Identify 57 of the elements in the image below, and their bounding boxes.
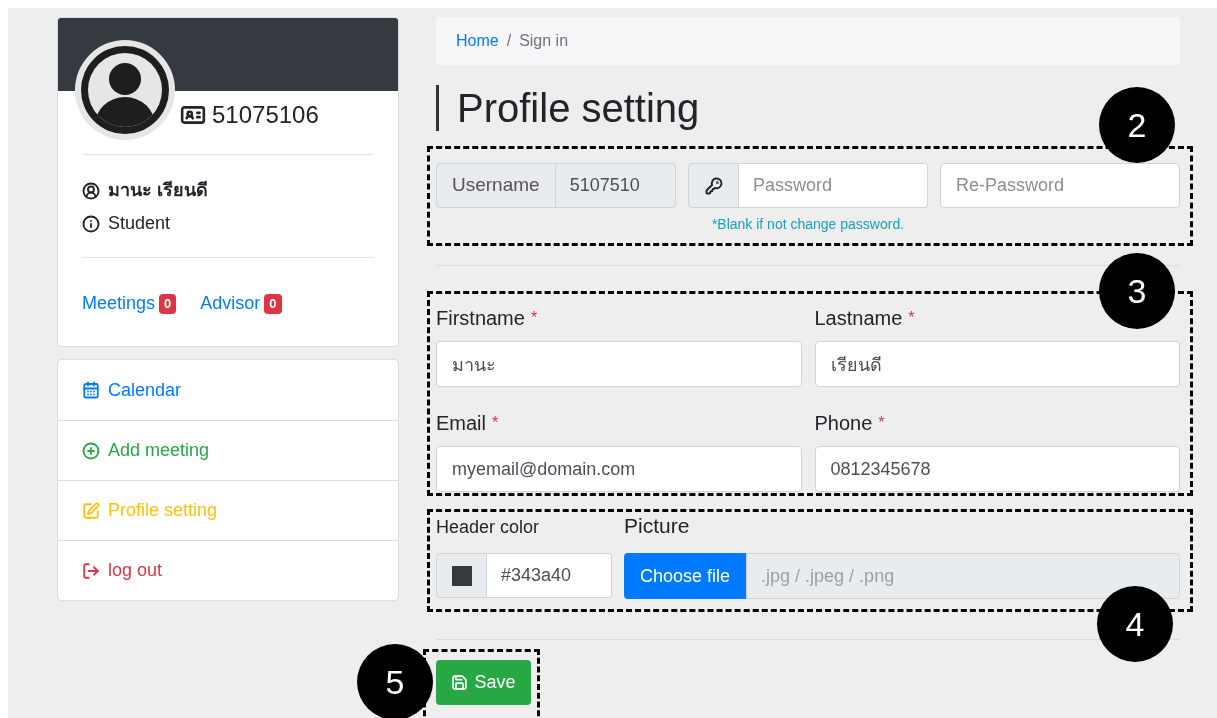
field-label: Lastname — [814, 306, 903, 331]
choose-file-button[interactable]: Choose file — [624, 553, 747, 599]
user-role: Student — [108, 212, 171, 235]
avatar-icon — [74, 39, 176, 141]
save-button[interactable]: Save — [436, 660, 531, 705]
save-icon — [451, 674, 469, 691]
password-field[interactable]: Password — [739, 163, 928, 208]
menu-item[interactable]: Calendar — [58, 360, 398, 420]
menu-label: Calendar — [108, 378, 182, 402]
plus-circle-icon — [82, 441, 100, 460]
file-field[interactable]: .jpg / .jpeg / .png — [746, 553, 1180, 599]
username-label: Username — [436, 163, 556, 208]
re-password-field[interactable]: Re-Password — [940, 163, 1180, 208]
required-mark: * — [492, 413, 499, 433]
student-id: 51075106 — [212, 100, 319, 130]
input-field[interactable]: เรียนดี — [814, 341, 1180, 387]
required-mark: * — [908, 308, 915, 328]
callout-number: 3 — [1099, 253, 1175, 329]
picture-label: Picture — [624, 517, 691, 539]
calendar-icon — [82, 381, 100, 399]
field-label: Phone — [814, 411, 873, 436]
profile-link[interactable]: Meetings 0 — [82, 290, 177, 317]
field-label: Firstname — [436, 306, 525, 331]
breadcrumb-link[interactable]: Home — [456, 29, 499, 53]
user-icon — [82, 181, 100, 200]
callout-number: 5 — [357, 644, 433, 718]
key-icon — [704, 176, 723, 195]
callout-number: 4 — [1097, 586, 1173, 662]
breadcrumb-link[interactable]: Sign in — [519, 29, 569, 53]
link-label: Advisor — [200, 292, 261, 315]
callout-number: 2 — [1099, 87, 1175, 163]
username-field[interactable]: 5107510 — [555, 163, 676, 208]
profile-link[interactable]: Advisor 0 — [200, 290, 282, 317]
color-swatch — [451, 565, 472, 586]
color-field[interactable]: #343a40 — [487, 553, 612, 598]
input-field[interactable]: 0812345678 — [814, 446, 1180, 492]
password-hint: *Blank if not change password. — [711, 215, 905, 234]
header-color-label: Header color — [436, 517, 541, 539]
info-icon — [82, 214, 100, 233]
logout-icon — [82, 561, 100, 580]
link-label: Meetings — [82, 292, 156, 315]
menu-item[interactable]: Add meeting — [58, 420, 398, 480]
menu-label: Add meeting — [108, 439, 210, 462]
breadcrumb-separator: / — [506, 31, 512, 51]
field-label: Email — [436, 411, 486, 436]
required-mark: * — [530, 308, 538, 328]
required-mark: * — [878, 413, 885, 433]
edit-icon — [82, 501, 100, 520]
count-badge: 0 — [159, 293, 177, 314]
input-field[interactable]: myemail@domain.com — [436, 446, 802, 492]
page-title: Profile setting — [457, 85, 700, 131]
menu-item[interactable]: log out — [58, 540, 398, 600]
input-field[interactable]: มานะ — [436, 341, 802, 387]
menu-label: Profile setting — [108, 499, 218, 522]
menu-label: log out — [108, 559, 163, 582]
count-badge: 0 — [264, 293, 282, 314]
user-name: มานะ เรียนดี — [108, 179, 208, 202]
